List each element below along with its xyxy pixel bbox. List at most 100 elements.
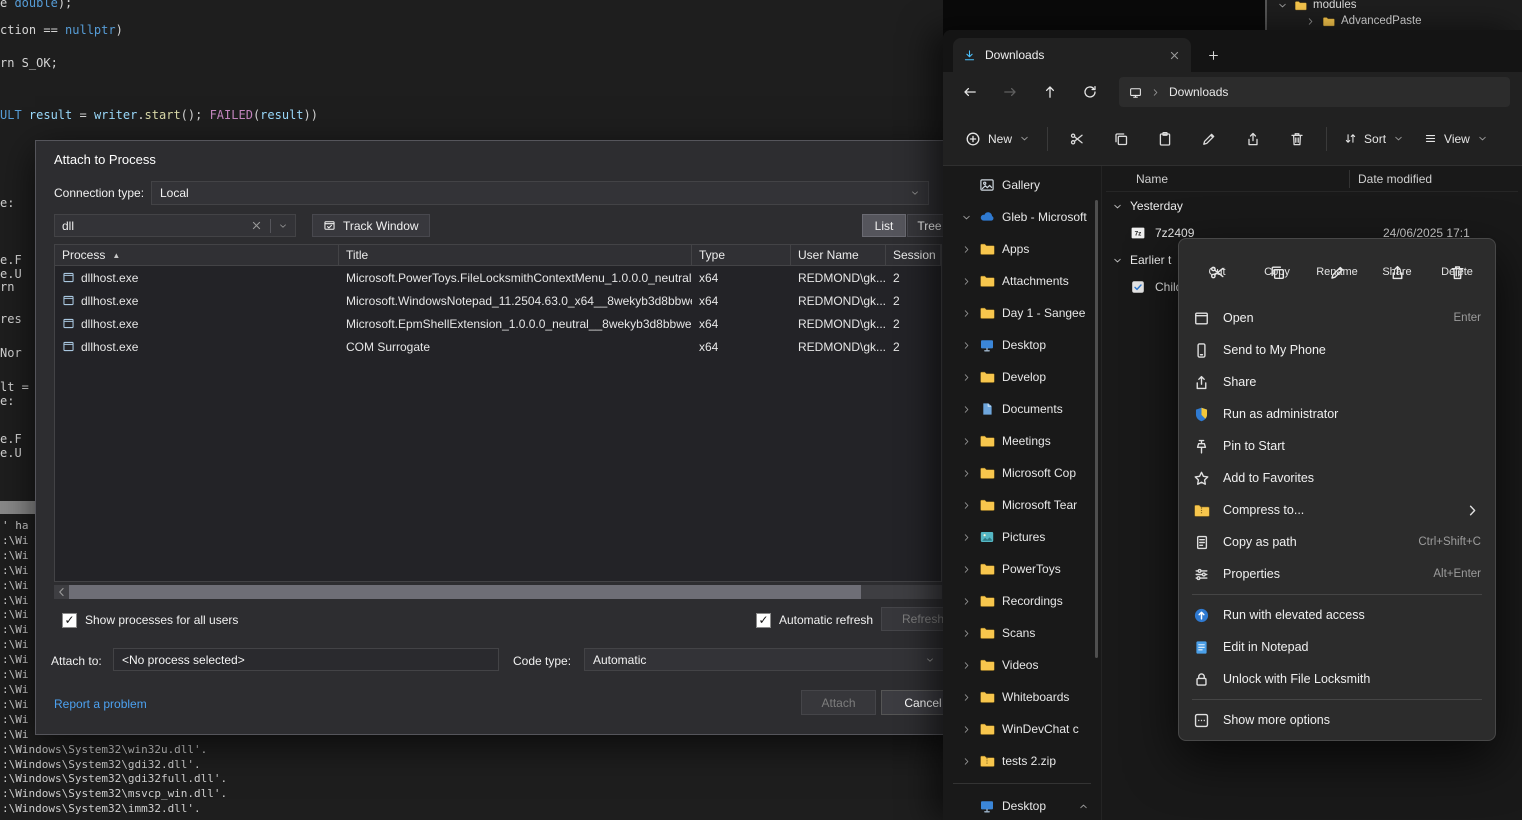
- process-filter-input[interactable]: dll: [54, 214, 296, 237]
- sidebar-item-videos[interactable]: Videos: [943, 649, 1101, 681]
- view-button[interactable]: View: [1414, 121, 1498, 157]
- chevron-right-icon[interactable]: [961, 660, 972, 671]
- sidebar-item-recordings[interactable]: Recordings: [943, 585, 1101, 617]
- menu-item-share[interactable]: Share: [1183, 366, 1491, 398]
- sidebar-item-onedrive[interactable]: Gleb - Microsoft: [943, 201, 1101, 233]
- sidebar-item-desktop[interactable]: Desktop: [943, 329, 1101, 361]
- background-tree-item-advancedpaste[interactable]: AdvancedPaste: [1277, 13, 1522, 29]
- process-row[interactable]: dllhost.exeMicrosoft.PowerToys.FileLocks…: [55, 266, 941, 289]
- chevron-down-icon[interactable]: [278, 221, 288, 231]
- chevron-right-icon[interactable]: [961, 756, 972, 767]
- cut-action-button[interactable]: Cut: [1187, 245, 1247, 299]
- paste-button[interactable]: [1143, 121, 1187, 157]
- sidebar-item-scans[interactable]: Scans: [943, 617, 1101, 649]
- back-button[interactable]: [955, 77, 985, 107]
- sidebar-item-whiteboards[interactable]: Whiteboards: [943, 681, 1101, 713]
- process-row[interactable]: dllhost.exeMicrosoft.EpmShellExtension_1…: [55, 312, 941, 335]
- cut-button[interactable]: [1055, 121, 1099, 157]
- menu-item-edit-in-notepad[interactable]: Edit in Notepad: [1183, 631, 1491, 663]
- chevron-right-icon[interactable]: [961, 436, 972, 447]
- sidebar-item-powertoys[interactable]: PowerToys: [943, 553, 1101, 585]
- background-tree-item-modules[interactable]: modules: [1277, 0, 1522, 13]
- column-header-process[interactable]: Process▲: [55, 245, 339, 265]
- column-header-user-name[interactable]: User Name: [791, 245, 886, 265]
- automatic-refresh-checkbox[interactable]: Automatic refresh: [756, 612, 873, 628]
- table-horizontal-scrollbar[interactable]: [54, 585, 942, 599]
- share-action-button[interactable]: Share: [1367, 245, 1427, 299]
- sidebar-item-microsoft-tear[interactable]: Microsoft Tear: [943, 489, 1101, 521]
- sidebar-item-microsoft-cop[interactable]: Microsoft Cop: [943, 457, 1101, 489]
- chevron-right-icon[interactable]: [961, 468, 972, 479]
- chevron-right-icon[interactable]: [961, 404, 972, 415]
- scrollbar-thumb[interactable]: [69, 585, 861, 599]
- tab-downloads[interactable]: Downloads: [953, 38, 1191, 72]
- column-header-title[interactable]: Title: [339, 245, 692, 265]
- chevron-right-icon[interactable]: [961, 500, 972, 511]
- delete-button[interactable]: [1275, 121, 1319, 157]
- chevron-right-icon[interactable]: [961, 596, 972, 607]
- chevron-right-icon[interactable]: [961, 244, 972, 255]
- menu-item-open[interactable]: OpenEnter: [1183, 302, 1491, 334]
- share-button[interactable]: [1231, 121, 1275, 157]
- report-problem-link[interactable]: Report a problem: [54, 697, 147, 711]
- checkbox-checked-icon[interactable]: [62, 613, 77, 628]
- chevron-up-icon[interactable]: [1078, 801, 1089, 812]
- show-all-users-checkbox[interactable]: Show processes for all users: [62, 612, 238, 628]
- chevron-right-icon[interactable]: [961, 276, 972, 287]
- list-view-button[interactable]: List: [862, 214, 906, 237]
- menu-item-copy-as-path[interactable]: Copy as pathCtrl+Shift+C: [1183, 526, 1491, 558]
- clear-filter-icon[interactable]: [250, 219, 263, 232]
- menu-item-properties[interactable]: PropertiesAlt+Enter: [1183, 558, 1491, 590]
- menu-item-run-with-elevated-access[interactable]: Run with elevated access: [1183, 599, 1491, 631]
- track-window-button[interactable]: Track Window: [312, 214, 430, 237]
- address-bar[interactable]: Downloads: [1119, 77, 1510, 107]
- process-row[interactable]: dllhost.exeCOM Surrogatex64REDMOND\gk...…: [55, 335, 941, 358]
- refresh-button[interactable]: [1075, 77, 1105, 107]
- chevron-right-icon[interactable]: [961, 564, 972, 575]
- column-date-modified[interactable]: Date modified: [1349, 170, 1432, 188]
- copy-action-button[interactable]: Copy: [1247, 245, 1307, 299]
- sidebar-item-desktop-pinned[interactable]: Desktop: [943, 790, 1101, 820]
- sort-button[interactable]: Sort: [1334, 121, 1414, 157]
- chevron-right-icon[interactable]: [961, 308, 972, 319]
- chevron-right-icon[interactable]: [961, 628, 972, 639]
- sidebar-item-windevchat-c[interactable]: WinDevChat c: [943, 713, 1101, 745]
- attach-to-field[interactable]: <No process selected>: [113, 648, 499, 671]
- delete-action-button[interactable]: Delete: [1427, 245, 1487, 299]
- chevron-right-icon[interactable]: [961, 724, 972, 735]
- menu-item-add-to-favorites[interactable]: Add to Favorites: [1183, 462, 1491, 494]
- column-name[interactable]: Name: [1106, 172, 1349, 186]
- group-header-yesterday[interactable]: Yesterday: [1106, 192, 1518, 220]
- sidebar-item-gallery[interactable]: Gallery: [943, 169, 1101, 201]
- menu-item-show-more-options[interactable]: Show more options: [1183, 704, 1491, 736]
- sidebar-item-pictures[interactable]: Pictures: [943, 521, 1101, 553]
- chevron-down-icon[interactable]: [961, 212, 972, 223]
- chevron-right-icon[interactable]: [961, 692, 972, 703]
- rename-button[interactable]: [1187, 121, 1231, 157]
- up-button[interactable]: [1035, 77, 1065, 107]
- copy-button[interactable]: [1099, 121, 1143, 157]
- connection-type-combobox[interactable]: Local: [151, 181, 929, 205]
- forward-button[interactable]: [995, 77, 1025, 107]
- scroll-left-icon[interactable]: [54, 585, 69, 599]
- sidebar-item-meetings[interactable]: Meetings: [943, 425, 1101, 457]
- menu-item-run-as-administrator[interactable]: Run as administrator: [1183, 398, 1491, 430]
- sidebar-item-attachments[interactable]: Attachments: [943, 265, 1101, 297]
- column-header-type[interactable]: Type: [692, 245, 791, 265]
- menu-item-pin-to-start[interactable]: Pin to Start: [1183, 430, 1491, 462]
- chevron-right-icon[interactable]: [961, 372, 972, 383]
- sidebar-item-apps[interactable]: Apps: [943, 233, 1101, 265]
- sidebar-item-tests-2-zip[interactable]: tests 2.zip: [943, 745, 1101, 777]
- attach-button[interactable]: Attach: [801, 690, 876, 715]
- menu-item-compress-to[interactable]: Compress to...: [1183, 494, 1491, 526]
- chevron-right-icon[interactable]: [961, 340, 972, 351]
- sidebar-item-documents[interactable]: Documents: [943, 393, 1101, 425]
- chevron-right-icon[interactable]: [961, 532, 972, 543]
- code-type-combobox[interactable]: Automatic: [584, 648, 944, 671]
- menu-item-unlock-with-file-locksmith[interactable]: Unlock with File Locksmith: [1183, 663, 1491, 695]
- process-row[interactable]: dllhost.exeMicrosoft.WindowsNotepad_11.2…: [55, 289, 941, 312]
- sidebar-scrollbar[interactable]: [1095, 200, 1098, 658]
- close-tab-icon[interactable]: [1168, 49, 1181, 62]
- new-tab-button[interactable]: [1199, 41, 1227, 69]
- rename-action-button[interactable]: Rename: [1307, 245, 1367, 299]
